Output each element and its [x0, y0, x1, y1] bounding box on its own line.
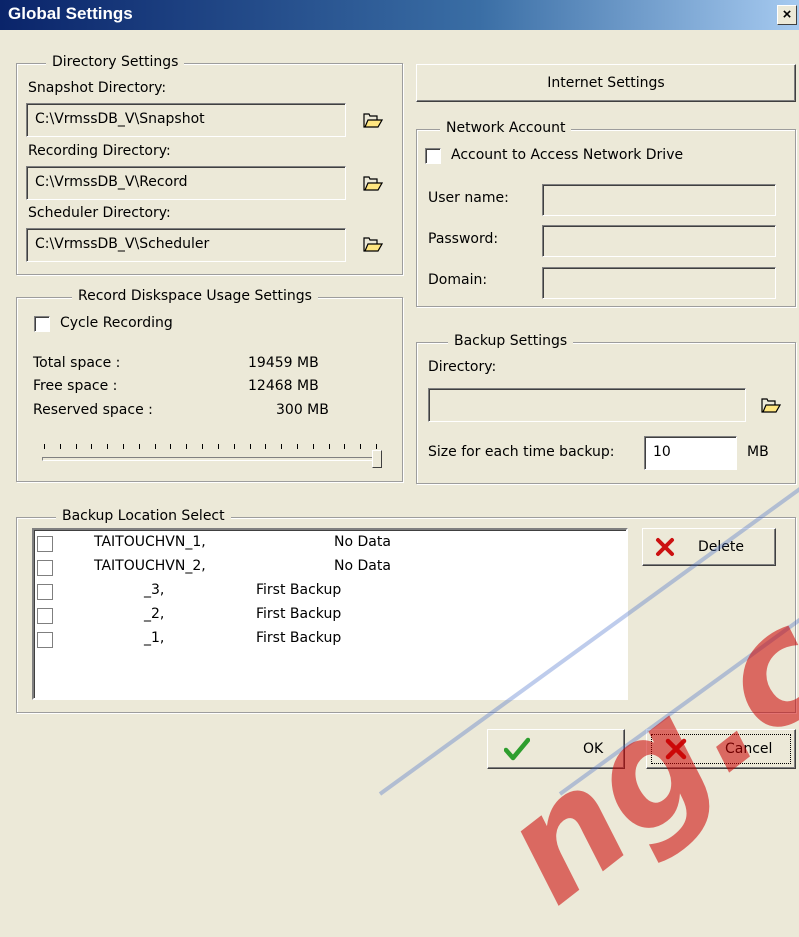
title-bar: Global Settings ×	[0, 0, 799, 30]
cancel-x-icon	[665, 738, 687, 760]
list-item[interactable]: TAITOUCHVN_1, No Data	[34, 532, 626, 556]
slider-tick	[44, 444, 45, 449]
total-space-label: Total space :	[33, 355, 121, 371]
delete-button[interactable]: Delete	[642, 528, 776, 566]
domain-field[interactable]	[542, 267, 776, 299]
slider-tick	[170, 444, 172, 449]
slider-tick	[217, 444, 219, 449]
list-item[interactable]: TAITOUCHVN_2, No Data	[34, 556, 626, 580]
slider-tick	[265, 444, 267, 449]
cancel-label: Cancel	[725, 741, 773, 757]
delete-label: Delete	[698, 539, 744, 555]
slider-tick	[186, 444, 188, 449]
ok-button[interactable]: OK	[487, 729, 625, 769]
location-status: No Data	[334, 558, 391, 574]
password-label: Password:	[428, 231, 499, 247]
backup-directory-label: Directory:	[428, 359, 497, 375]
location-status: First Backup	[256, 606, 342, 622]
snapshot-directory-label: Snapshot Directory:	[28, 80, 167, 96]
cycle-recording-checkbox[interactable]	[34, 316, 50, 332]
slider-tick	[59, 444, 61, 449]
list-item[interactable]: _2, First Backup	[34, 604, 626, 628]
cancel-button[interactable]: Cancel	[646, 729, 796, 769]
scheduler-directory-field[interactable]: C:\VrmssDB_V\Scheduler	[26, 228, 346, 262]
directory-settings-legend: Directory Settings	[46, 54, 185, 70]
location-name: TAITOUCHVN_1,	[94, 534, 206, 550]
recording-directory-label: Recording Directory:	[28, 143, 171, 159]
network-access-checkbox[interactable]	[425, 148, 441, 164]
backup-settings-legend: Backup Settings	[448, 333, 574, 349]
free-space-value: 12468 MB	[248, 378, 319, 394]
slider-track	[42, 457, 382, 461]
backup-size-field[interactable]: 10	[644, 436, 737, 470]
backup-location-list[interactable]: TAITOUCHVN_1, No Data TAITOUCHVN_2, No Data…	[32, 528, 628, 700]
free-space-label: Free space :	[33, 378, 118, 394]
reserved-space-value: 300 MB	[276, 402, 329, 418]
list-item[interactable]: _1, First Backup	[34, 628, 626, 652]
diskspace-legend: Record Diskspace Usage Settings	[72, 288, 318, 304]
password-field[interactable]	[542, 225, 776, 257]
slider-tick	[281, 444, 283, 449]
list-item-checkbox[interactable]	[37, 536, 53, 552]
slider-tick	[376, 444, 377, 449]
ok-label: OK	[583, 741, 604, 757]
snapshot-directory-field[interactable]: C:\VrmssDB_V\Snapshot	[26, 103, 346, 137]
slider-tick	[233, 444, 235, 449]
slider-tick	[344, 444, 346, 449]
backup-location-legend: Backup Location Select	[56, 508, 231, 524]
list-item-checkbox[interactable]	[37, 584, 53, 600]
slider-thumb[interactable]	[372, 450, 382, 468]
cycle-recording-label[interactable]: Cycle Recording	[60, 315, 173, 331]
list-item-checkbox[interactable]	[37, 608, 53, 624]
location-name: _2,	[144, 606, 165, 622]
slider-tick	[154, 444, 156, 449]
backup-directory-field[interactable]	[428, 388, 746, 422]
slider-tick	[107, 444, 109, 449]
reserved-space-slider[interactable]	[36, 440, 386, 470]
scheduler-directory-label: Scheduler Directory:	[28, 205, 171, 221]
list-item[interactable]: _3, First Backup	[34, 580, 626, 604]
list-item-checkbox[interactable]	[37, 632, 53, 648]
slider-tick	[75, 444, 77, 449]
slider-tick	[296, 444, 298, 449]
backup-size-label: Size for each time backup:	[428, 444, 615, 460]
username-label: User name:	[428, 190, 509, 206]
slider-tick	[360, 444, 362, 449]
location-name: _3,	[144, 582, 165, 598]
slider-tick	[123, 444, 125, 449]
slider-tick	[91, 444, 93, 449]
scheduler-folder-icon[interactable]	[363, 237, 383, 252]
recording-directory-field[interactable]: C:\VrmssDB_V\Record	[26, 166, 346, 200]
slider-tick	[202, 444, 204, 449]
delete-x-icon	[656, 538, 674, 556]
location-status: First Backup	[256, 630, 342, 646]
reserved-space-label: Reserved space :	[33, 402, 153, 418]
close-button[interactable]: ×	[777, 5, 797, 25]
username-field[interactable]	[542, 184, 776, 216]
snapshot-folder-icon[interactable]	[363, 113, 383, 128]
location-status: First Backup	[256, 582, 342, 598]
location-name: _1,	[144, 630, 165, 646]
backup-folder-icon[interactable]	[761, 398, 781, 413]
slider-tick	[312, 444, 314, 449]
network-account-legend: Network Account	[440, 120, 572, 136]
backup-size-unit: MB	[747, 444, 769, 460]
window-title: Global Settings	[8, 4, 133, 23]
total-space-value: 19459 MB	[248, 355, 319, 371]
internet-settings-button[interactable]: Internet Settings	[416, 64, 796, 102]
slider-tick	[138, 444, 140, 449]
slider-tick	[328, 444, 330, 449]
list-item-checkbox[interactable]	[37, 560, 53, 576]
domain-label: Domain:	[428, 272, 488, 288]
checkmark-icon	[504, 737, 530, 761]
location-status: No Data	[334, 534, 391, 550]
recording-folder-icon[interactable]	[363, 176, 383, 191]
slider-tick	[249, 444, 251, 449]
network-access-label[interactable]: Account to Access Network Drive	[451, 147, 683, 163]
location-name: TAITOUCHVN_2,	[94, 558, 206, 574]
